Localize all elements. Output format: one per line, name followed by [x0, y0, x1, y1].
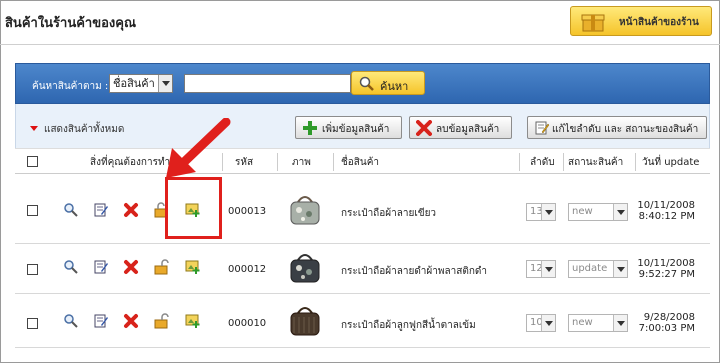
add-product-button[interactable]: เพิ่มข้อมูลสินค้า	[295, 116, 402, 139]
product-code: 000013	[228, 206, 267, 217]
page-title: สินค้าในร้านค้าของคุณ	[5, 16, 137, 31]
show-all-link[interactable]: แสดงสินค้าทั้งหมด	[30, 122, 124, 137]
header-divider	[563, 153, 564, 171]
status-select[interactable]: update	[568, 260, 628, 278]
header-divider	[0, 44, 720, 45]
status-value: new	[572, 317, 593, 328]
magnifier-icon[interactable]	[63, 259, 79, 275]
update-datetime: 10/11/2008 9:52:27 PM	[637, 258, 695, 280]
add-product-label: เพิ่มข้อมูลสินค้า	[322, 124, 390, 135]
magnifier-icon[interactable]	[63, 202, 79, 218]
status-value: new	[572, 206, 593, 217]
red-x-icon[interactable]	[123, 313, 139, 329]
update-time: 8:40:12 PM	[638, 211, 695, 222]
table-header: สิ่งที่คุณต้องการทำ? รหัส ภาพ ชื่อสินค้า…	[15, 148, 710, 174]
update-datetime: 10/11/2008 8:40:12 PM	[637, 200, 695, 222]
update-date: 10/11/2008	[637, 258, 695, 269]
plus-icon	[303, 121, 317, 135]
chevron-down-icon	[541, 315, 555, 331]
delete-product-label: ลบข้อมูลสินค้า	[436, 124, 500, 135]
unlock-icon[interactable]	[153, 313, 169, 329]
magnifier-icon[interactable]	[63, 313, 79, 329]
row-checkbox[interactable]	[27, 318, 38, 329]
unlock-icon[interactable]	[153, 259, 169, 275]
chevron-down-icon	[613, 204, 627, 220]
row-checkbox[interactable]	[27, 205, 38, 216]
table-row: 000013 กระเป๋าถือผ้าลายเขียว 13 new 10/1…	[15, 174, 710, 244]
status-select[interactable]: new	[568, 203, 628, 221]
search-field-value: ชื่อสินค้า	[113, 77, 155, 90]
order-select[interactable]: 12	[526, 260, 556, 278]
update-date: 10/11/2008	[637, 200, 695, 211]
edit-note-icon	[535, 121, 550, 135]
edit-note-icon[interactable]	[93, 202, 109, 218]
delete-product-button[interactable]: ลบข้อมูลสินค้า	[409, 116, 512, 139]
add-image-icon[interactable]	[185, 313, 201, 329]
header-name: ชื่อสินค้า	[341, 157, 380, 168]
red-arrow-icon	[166, 118, 231, 178]
chevron-down-icon	[541, 261, 555, 277]
update-time: 7:00:03 PM	[638, 323, 695, 334]
header-divider	[333, 153, 334, 171]
update-date: 9/28/2008	[643, 312, 695, 323]
search-button-label: ค้นหา	[380, 80, 409, 93]
product-name: กระเป๋าถือผ้าลายเขียว	[341, 208, 437, 219]
search-icon	[359, 76, 374, 91]
product-code: 000012	[228, 264, 267, 275]
header-status: สถานะสินค้า	[568, 157, 624, 168]
header-divider	[519, 153, 520, 171]
header-divider	[635, 153, 636, 171]
product-name: กระเป๋าถือผ้าลายดำผ้าพลาสติกดำ	[341, 266, 487, 277]
action-toolbar: แสดงสินค้าทั้งหมด เพิ่มข้อมูลสินค้า ลบข้…	[15, 104, 710, 148]
chevron-down-icon	[158, 75, 172, 92]
store-page-label: หน้าสินค้าของร้าน	[619, 17, 699, 28]
edit-order-status-label: แก้ไขลำดับ และ สถานะของสินค้า	[552, 124, 699, 135]
table-row: 000010 กระเป๋าถือผ้าลูกฟูกสีน้ำตาลเข้ม 1…	[15, 294, 710, 348]
product-code: 000010	[228, 318, 267, 329]
triangle-down-icon	[30, 126, 38, 131]
order-select[interactable]: 13	[526, 203, 556, 221]
table-row: 000012 กระเป๋าถือผ้าลายดำผ้าพลาสติกดำ 12…	[15, 244, 710, 294]
edit-note-icon[interactable]	[93, 313, 109, 329]
red-x-icon[interactable]	[123, 259, 139, 275]
header-order: ลำดับ	[530, 157, 555, 168]
row-checkbox[interactable]	[27, 264, 38, 275]
search-label: ค้นหาสินค้าตาม :	[32, 81, 109, 92]
edit-note-icon[interactable]	[93, 259, 109, 275]
red-x-icon[interactable]	[123, 202, 139, 218]
edit-order-status-button[interactable]: แก้ไขลำดับ และ สถานะของสินค้า	[527, 116, 707, 139]
show-all-label: แสดงสินค้าทั้งหมด	[44, 124, 125, 135]
search-button[interactable]: ค้นหา	[351, 71, 425, 95]
add-image-icon[interactable]	[185, 259, 201, 275]
status-value: update	[572, 263, 608, 274]
search-field-select[interactable]: ชื่อสินค้า	[109, 74, 173, 93]
highlight-box	[165, 177, 222, 239]
search-input[interactable]	[184, 74, 351, 93]
header-updated: วันที่ update	[642, 157, 700, 168]
product-thumbnail[interactable]	[285, 250, 325, 286]
select-all-checkbox[interactable]	[27, 156, 38, 167]
chevron-down-icon	[613, 315, 627, 331]
red-x-icon	[416, 120, 432, 136]
product-name: กระเป๋าถือผ้าลูกฟูกสีน้ำตาลเข้ม	[341, 320, 476, 331]
gift-box-icon	[581, 14, 605, 32]
store-page-button[interactable]: หน้าสินค้าของร้าน	[570, 6, 712, 36]
order-select[interactable]: 10	[526, 314, 556, 332]
header-image: ภาพ	[292, 157, 311, 168]
update-datetime: 9/28/2008 7:00:03 PM	[639, 312, 695, 334]
search-bar: ค้นหาสินค้าตาม : ชื่อสินค้า ค้นหา	[15, 63, 710, 104]
update-time: 9:52:27 PM	[638, 269, 695, 280]
status-select[interactable]: new	[568, 314, 628, 332]
chevron-down-icon	[541, 204, 555, 220]
product-thumbnail[interactable]	[285, 192, 325, 228]
header-divider	[277, 153, 278, 171]
product-thumbnail[interactable]	[285, 303, 325, 339]
chevron-down-icon	[613, 261, 627, 277]
